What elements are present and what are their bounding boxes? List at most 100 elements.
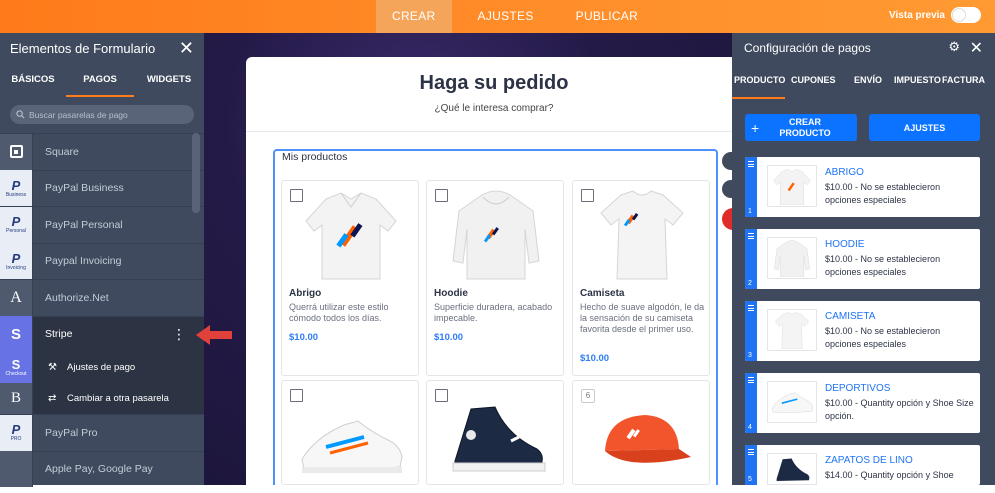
submenu-change-gateway[interactable]: B ⇄ Cambiar a otra pasarela [0,383,204,414]
top-bar: CREAR AJUSTES PUBLICAR Vista previa [0,0,995,33]
product-price: $10.00 [580,353,610,364]
drag-handle[interactable]: 5 [745,445,757,485]
create-product-label: CREAR PRODUCTO [779,116,831,138]
product-card[interactable] [426,380,564,485]
drag-handle[interactable]: 1 [745,157,757,217]
tab-publicar[interactable]: PUBLICAR [560,0,654,33]
product-desc: Superficie duradera, acabado impecable. [434,302,553,323]
gateway-item-square[interactable]: Square [0,133,204,170]
tab-pagos[interactable]: PAGOS [66,63,134,97]
drag-handle-icon [748,449,754,455]
gateway-item-apple-pay[interactable]: Apple Pay, Google Pay [0,450,204,488]
settings-button[interactable]: AJUSTES [869,114,980,141]
product-card[interactable]: Camiseta Hecho de suave algodón, le da l… [572,180,710,376]
left-panel-header: Elementos de Formulario ✕ [0,33,204,63]
cap-image [605,415,691,463]
submenu-payment-settings[interactable]: S Checkout ⚒ Ajustes de pago [0,352,204,383]
tab-basicos[interactable]: BÁSICOS [0,63,66,97]
form-divider [246,131,732,132]
gateway-item-paypal-personal[interactable]: P Personal PayPal Personal [0,206,204,243]
drag-handle[interactable]: 2 [745,229,757,289]
search-placeholder: Buscar pasarelas de pago [29,109,128,120]
close-icon[interactable]: ✕ [970,38,983,58]
item-number: 1 [748,208,752,215]
tab-widgets[interactable]: WIDGETS [134,63,204,97]
drag-handle-icon [748,305,754,311]
submenu-label: Ajustes de pago [67,362,136,373]
canvas-shoe-thumb-image [776,458,810,481]
product-list-item[interactable]: 1 ABRIGO $10.00 - No se establecieron op… [745,157,980,217]
tab-envio[interactable]: ENVÍO [843,71,883,99]
tab-factura[interactable]: FACTURA [938,71,993,99]
paypal-icon: P Business [0,170,33,207]
stripe-icon: S [0,316,33,353]
product-desc: $10.00 - Quantity opción y Shoe Size opc… [825,398,974,421]
product-name: Abrigo [289,288,322,299]
left-panel-tabs: BÁSICOS PAGOS WIDGETS [0,63,204,97]
preview-toggle[interactable] [951,7,981,23]
top-nav: CREAR AJUSTES PUBLICAR [376,0,654,33]
gateway-item-paypal-business[interactable]: P Business PayPal Business [0,169,204,207]
left-panel-scrollbar[interactable] [192,133,200,213]
gateway-icon-sub: Checkout [5,371,27,377]
plus-icon: + [751,119,760,136]
product-price: $10.00 [434,332,464,343]
gateway-item-paypal-invoicing[interactable]: P Invoicing Paypal Invoicing [0,242,204,280]
product-list-item[interactable]: 5 ZAPATOS DE LINO $14.00 - Quantity opci… [745,445,980,485]
gear-icon[interactable]: ⚙ [948,39,960,55]
search-wrapper: Buscar pasarelas de pago [0,97,204,130]
gateway-label: Apple Pay, Google Pay [45,463,153,476]
form-title[interactable]: Haga su pedido [246,72,742,95]
product-list-item[interactable]: 3 CAMISETA $10.00 - No se establecieron … [745,301,980,361]
magic-wand-icon: ⚒ [48,362,57,373]
paypal-icon: P PRO [0,414,33,451]
create-product-button[interactable]: + CREAR PRODUCTO [745,114,857,141]
product-card[interactable]: Hoodie Superficie duradera, acabado impe… [426,180,564,376]
tab-ajustes[interactable]: AJUSTES [462,0,550,33]
preview-label: Vista previa [889,9,945,21]
item-number: 2 [748,280,752,287]
product-list-item[interactable]: 2 HOODIE $10.00 - No se establecieron op… [745,229,980,289]
paypal-icon: P Personal [0,206,33,243]
tab-producto[interactable]: PRODUCTO [732,71,785,99]
tab-impuesto[interactable]: IMPUESTO [883,71,941,99]
square-icon [0,133,33,170]
right-panel-tabs: PRODUCTO CUPONES ENVÍO IMPUESTO FACTURA [732,71,995,99]
product-card[interactable] [281,380,419,485]
drag-handle[interactable]: 4 [745,373,757,433]
form-elements-panel: Elementos de Formulario ✕ BÁSICOS PAGOS … [0,33,204,488]
tab-crear[interactable]: CREAR [376,0,452,33]
product-name: Camiseta [580,288,625,299]
form-subtitle[interactable]: ¿Qué le interesa comprar? [246,103,742,114]
drag-handle[interactable]: 3 [745,301,757,361]
product-desc: $10.00 - No se establecieron opciones es… [825,182,941,205]
product-name: ZAPATOS DE LINO [825,455,913,466]
product-card[interactable]: Abrigo Querrá utilizar este estilo cómod… [281,180,419,376]
tshirt-image [600,190,684,280]
authorize-net-icon: A [0,279,33,316]
gateway-label: PayPal Pro [45,426,98,439]
gateway-item-stripe[interactable]: S Stripe ⋮ [0,315,204,353]
gateway-icon-sub: PRO [10,436,22,443]
product-card[interactable]: 6 [572,380,710,485]
product-desc: Querrá utilizar este estilo cómodo todos… [289,302,389,323]
more-options-icon[interactable]: ⋮ [172,327,186,341]
preview-toggle-group: Vista previa [889,7,981,23]
close-icon[interactable]: ✕ [179,39,194,57]
gateway-search-input[interactable]: Buscar pasarelas de pago [10,105,194,124]
gateway-item-paypal-pro[interactable]: P PRO PayPal Pro [0,414,204,451]
search-icon [16,110,25,119]
swap-arrows-icon: ⇄ [48,393,57,404]
product-thumbnail [767,237,817,279]
drag-handle-icon [748,377,754,383]
product-price: $10.00 [289,332,319,343]
product-list-item[interactable]: 4 DEPORTIVOS $10.00 - Quantity opción y … [745,373,980,433]
product-name: DEPORTIVOS [825,383,891,394]
sneaker-image [301,420,403,473]
hoodie-thumb-image [774,240,810,277]
tab-cupones[interactable]: CUPONES [785,71,843,99]
product-name: CAMISETA [825,311,876,322]
hoodie-image [452,190,540,280]
product-thumbnail [767,309,817,351]
gateway-item-authorize-net[interactable]: A Authorize.Net [0,279,204,316]
